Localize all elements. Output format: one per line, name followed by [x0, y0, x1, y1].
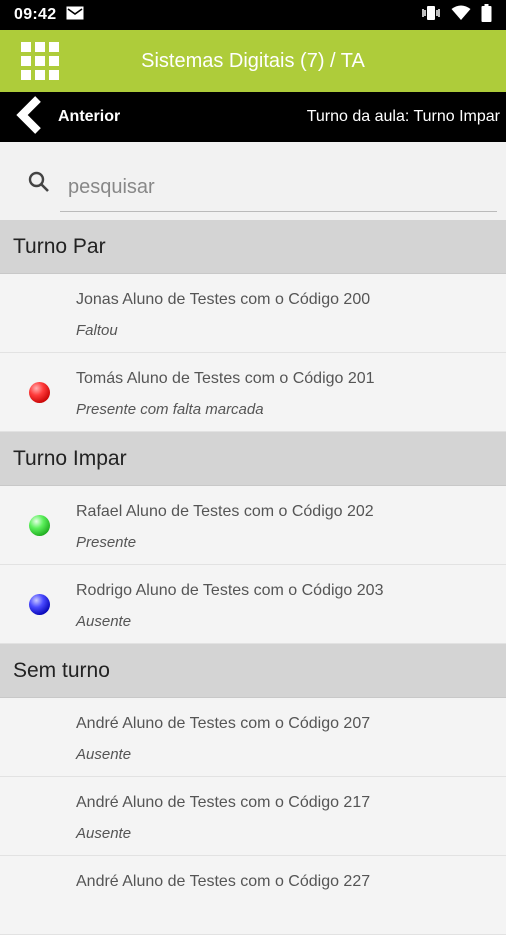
- search-bar: [0, 142, 506, 220]
- list-item[interactable]: Tomás Aluno de Testes com o Código 201 P…: [0, 353, 506, 432]
- student-status: Ausente: [76, 613, 132, 630]
- gmail-icon: [66, 6, 84, 25]
- student-name: Jonas Aluno de Testes com o Código 200: [76, 291, 371, 308]
- turno-label: Turno da aula: Turno Impar: [306, 108, 500, 125]
- green-status-dot-icon: [29, 515, 50, 536]
- status-time: 09:42: [14, 6, 57, 23]
- student-list: Turno Par Jonas Aluno de Testes com o Có…: [0, 220, 506, 935]
- list-item[interactable]: Jonas Aluno de Testes com o Código 200 F…: [0, 274, 506, 353]
- status-bar: 09:42: [0, 0, 506, 30]
- section-header-turno-par: Turno Par: [0, 220, 506, 274]
- app-bar: Sistemas Digitais (7) / TA: [0, 30, 506, 92]
- wifi-icon: [451, 5, 471, 26]
- blue-status-dot-icon: [29, 594, 50, 615]
- student-status: Faltou: [76, 322, 118, 339]
- student-name: Tomás Aluno de Testes com o Código 201: [76, 370, 375, 387]
- section-header-turno-impar: Turno Impar: [0, 432, 506, 486]
- back-label: Anterior: [58, 108, 121, 125]
- search-icon: [27, 170, 51, 199]
- student-name: André Aluno de Testes com o Código 227: [76, 873, 371, 890]
- battery-icon: [481, 3, 492, 27]
- list-item[interactable]: Rafael Aluno de Testes com o Código 202 …: [0, 486, 506, 565]
- student-name: Rafael Aluno de Testes com o Código 202: [76, 503, 374, 520]
- student-status: Ausente: [76, 825, 132, 842]
- list-item[interactable]: Rodrigo Aluno de Testes com o Código 203…: [0, 565, 506, 644]
- list-item[interactable]: André Aluno de Testes com o Código 207 A…: [0, 698, 506, 777]
- student-name: André Aluno de Testes com o Código 207: [76, 715, 371, 732]
- red-status-dot-icon: [29, 382, 50, 403]
- list-item[interactable]: André Aluno de Testes com o Código 217 A…: [0, 777, 506, 856]
- chevron-left-icon: [14, 95, 44, 140]
- nav-bar: Anterior Turno da aula: Turno Impar: [0, 92, 506, 142]
- student-status: Presente com falta marcada: [76, 401, 264, 418]
- student-name: André Aluno de Testes com o Código 217: [76, 794, 371, 811]
- back-button[interactable]: Anterior: [0, 92, 120, 142]
- student-status: Presente: [76, 534, 137, 551]
- student-status: Ausente: [76, 746, 132, 763]
- app-title: Sistemas Digitais (7) / TA: [141, 49, 365, 72]
- student-name: Rodrigo Aluno de Testes com o Código 203: [76, 582, 384, 599]
- section-header-sem-turno: Sem turno: [0, 644, 506, 698]
- search-input[interactable]: [60, 164, 497, 212]
- list-item[interactable]: André Aluno de Testes com o Código 227: [0, 856, 506, 935]
- vibrate-icon: [421, 5, 441, 26]
